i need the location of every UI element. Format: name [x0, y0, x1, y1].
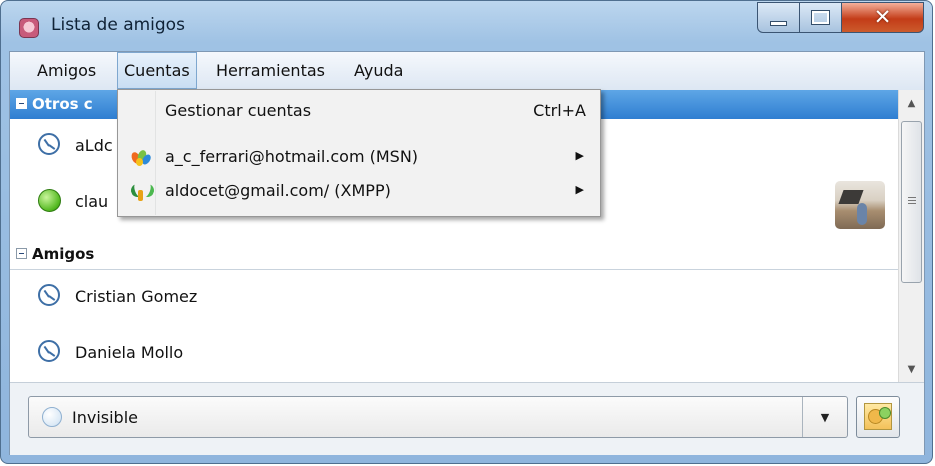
buddy-list-window: Lista de amigos ✕ Amigos Cuentas Herrami…	[0, 0, 933, 464]
online-status-icon	[38, 189, 61, 212]
minimize-icon	[770, 21, 787, 26]
cuentas-dropdown-menu: Gestionar cuentas Ctrl+A a_c_ferrari@hot…	[117, 89, 601, 217]
group-name: Amigos	[32, 245, 95, 263]
contact-name: clau	[75, 192, 109, 211]
menu-amigos[interactable]: Amigos	[31, 52, 102, 90]
contact-name: Daniela Mollo	[75, 343, 184, 362]
menu-item-shortcut: Ctrl+A	[533, 101, 586, 120]
close-button[interactable]: ✕	[842, 2, 924, 33]
menu-bar: Amigos Cuentas Herramientas Ayuda	[10, 52, 924, 91]
maximize-icon	[811, 10, 830, 25]
contact-name: aLdc	[75, 136, 113, 155]
menu-item-label: Gestionar cuentas	[165, 101, 312, 120]
xmpp-icon	[129, 182, 156, 202]
away-status-icon	[38, 284, 60, 306]
contact-row[interactable]: Cristian Gomez	[10, 270, 898, 326]
minimize-button[interactable]	[757, 2, 800, 33]
contact-name: Cristian Gomez	[75, 287, 198, 306]
pidgin-app-icon	[19, 18, 39, 38]
scroll-up-arrow-icon[interactable]: ▲	[899, 90, 924, 116]
status-value: Invisible	[72, 408, 138, 427]
menu-item-msn-account[interactable]: a_c_ferrari@hotmail.com (MSN) ▶	[118, 140, 600, 174]
submenu-arrow-icon: ▶	[575, 183, 584, 196]
menu-ayuda[interactable]: Ayuda	[348, 52, 409, 90]
away-status-icon	[38, 133, 60, 155]
menu-item-gestionar-cuentas[interactable]: Gestionar cuentas Ctrl+A	[118, 94, 600, 128]
dropdown-arrow-icon[interactable]: ▼	[802, 397, 847, 437]
window-controls: ✕	[757, 2, 924, 33]
menu-item-xmpp-account[interactable]: aldocet@gmail.com/ (XMPP) ▶	[118, 174, 600, 208]
scroll-down-arrow-icon[interactable]: ▼	[899, 356, 924, 382]
contact-row[interactable]: Daniela Mollo	[10, 326, 898, 382]
menu-item-label: a_c_ferrari@hotmail.com (MSN)	[165, 147, 419, 166]
submenu-arrow-icon: ▶	[575, 149, 584, 162]
menu-herramientas[interactable]: Herramientas	[210, 52, 331, 90]
menu-item-label: aldocet@gmail.com/ (XMPP)	[165, 181, 391, 200]
menu-cuentas[interactable]: Cuentas	[117, 52, 197, 89]
avatar-button[interactable]	[856, 396, 900, 438]
status-selector[interactable]: Invisible ▼	[28, 396, 848, 438]
status-bar: Invisible ▼	[10, 382, 924, 455]
group-header-amigos[interactable]: Amigos	[10, 240, 898, 270]
grip-icon	[908, 197, 916, 198]
close-icon: ✕	[873, 5, 892, 29]
invisible-status-icon	[42, 407, 62, 427]
collapse-icon[interactable]	[16, 248, 27, 259]
vertical-scrollbar[interactable]: ▲ ▼	[898, 90, 924, 382]
msn-butterfly-icon	[129, 148, 153, 168]
buddy-icon-picker-icon	[864, 403, 892, 430]
maximize-button[interactable]	[800, 2, 842, 33]
window-title: Lista de amigos	[51, 15, 185, 35]
away-status-icon	[38, 340, 60, 362]
group-name: Otros c	[32, 95, 93, 113]
title-bar[interactable]: Lista de amigos ✕	[1, 1, 932, 51]
buddy-avatar-icon	[835, 181, 885, 229]
collapse-icon[interactable]	[16, 98, 27, 109]
scroll-thumb[interactable]	[901, 121, 922, 283]
